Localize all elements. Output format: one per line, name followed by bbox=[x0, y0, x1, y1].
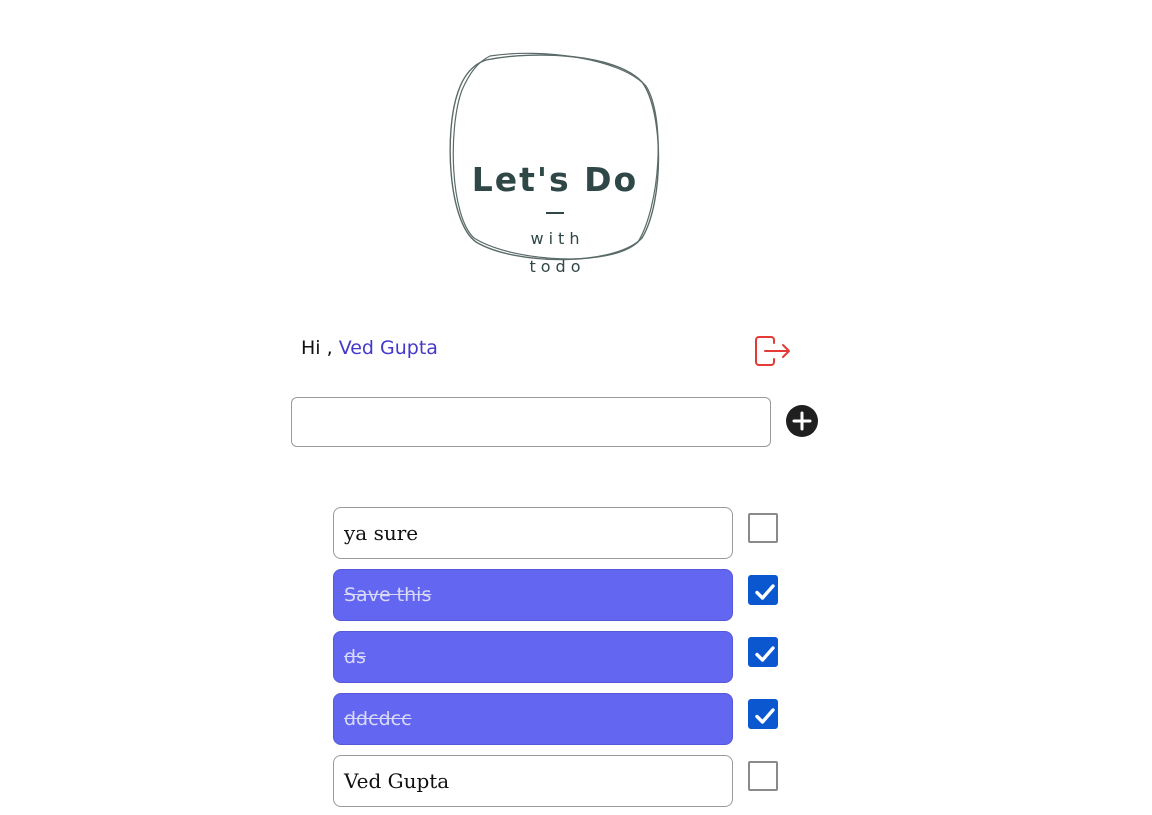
todo-checkbox[interactable] bbox=[748, 513, 778, 543]
new-todo-input[interactable] bbox=[291, 397, 771, 447]
logout-icon bbox=[755, 336, 790, 366]
greeting: Hi , Ved Gupta bbox=[301, 337, 438, 359]
todo-checkbox[interactable] bbox=[748, 637, 778, 667]
logo-subtitle-with: with bbox=[530, 229, 585, 248]
plus-circle-icon bbox=[786, 405, 818, 437]
todo-checkbox[interactable] bbox=[748, 761, 778, 791]
todo-checkbox[interactable] bbox=[748, 575, 778, 605]
todo-list: ya sure Save this ds ddcdcc Ved Gupta bbox=[333, 507, 793, 815]
todo-text[interactable]: ya sure bbox=[333, 507, 733, 559]
check-icon bbox=[755, 584, 775, 600]
todo-checkbox[interactable] bbox=[748, 699, 778, 729]
user-name: Ved Gupta bbox=[338, 337, 438, 359]
todo-item: ddcdcc bbox=[333, 693, 793, 745]
logout-button[interactable] bbox=[754, 336, 792, 366]
todo-item: Save this bbox=[333, 569, 793, 621]
todo-item: ds bbox=[333, 631, 793, 683]
todo-text[interactable]: ds bbox=[333, 631, 733, 683]
add-todo-button[interactable] bbox=[786, 405, 818, 437]
todo-item: ya sure bbox=[333, 507, 793, 559]
check-icon bbox=[755, 708, 775, 724]
todo-text[interactable]: Ved Gupta bbox=[333, 755, 733, 807]
logo-divider bbox=[546, 212, 564, 214]
todo-item: Ved Gupta bbox=[333, 755, 793, 807]
todo-text[interactable]: Save this bbox=[333, 569, 733, 621]
check-icon bbox=[755, 646, 775, 662]
app-logo: Let's Do with todo bbox=[446, 52, 664, 276]
logo-subtitle-todo: todo bbox=[529, 257, 586, 276]
greeting-text: Hi , bbox=[301, 337, 333, 359]
logo-title: Let's Do bbox=[471, 160, 639, 199]
todo-text[interactable]: ddcdcc bbox=[333, 693, 733, 745]
